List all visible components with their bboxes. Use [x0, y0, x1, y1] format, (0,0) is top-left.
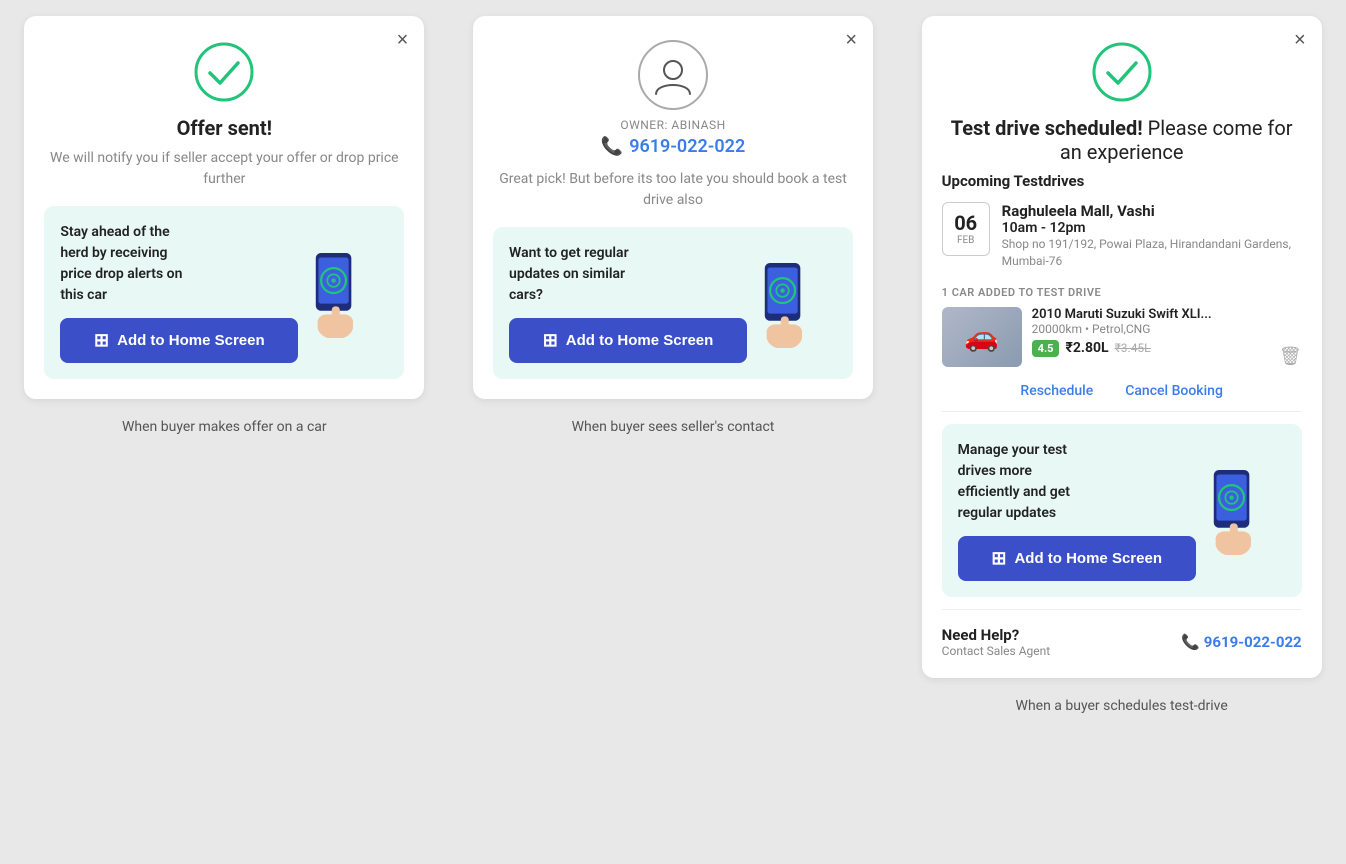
phone-hand-svg	[298, 248, 378, 338]
panel1-phone-illustration	[298, 248, 388, 338]
offer-sent-title: Offer sent!	[44, 116, 404, 140]
car-price-old: ₹3.45L	[1115, 341, 1151, 355]
check-circle-icon	[192, 40, 256, 104]
panel2-add-to-home-button[interactable]: ⊞ Add to Home Screen	[509, 318, 747, 363]
testdrive-entry: 06 FEB Raghuleela Mall, Vashi 10am - 12p…	[942, 202, 1302, 270]
owner-label: OWNER: ABINASH	[493, 118, 853, 132]
test-drive-title: Test drive scheduled! Please come for an…	[942, 116, 1302, 164]
panel1-promo-box: Stay ahead of the herd by receiving pric…	[44, 206, 404, 379]
venue-name: Raghuleela Mall, Vashi	[1002, 202, 1302, 220]
panel2-promo-box: Want to get regular updates on similar c…	[493, 227, 853, 379]
venue-info: Raghuleela Mall, Vashi 10am - 12pm Shop …	[1002, 202, 1302, 270]
venue-time: 10am - 12pm	[1002, 220, 1302, 236]
test-drive-card: × Test drive scheduled! Please come for …	[922, 16, 1322, 678]
panel2-promo-text: Want to get regular updates on similar c…	[509, 243, 640, 306]
help-subtitle: Contact Sales Agent	[942, 644, 1051, 658]
cancel-booking-link[interactable]: Cancel Booking	[1125, 383, 1223, 399]
car-price: ₹2.80L	[1065, 340, 1108, 356]
car-name: 2010 Maruti Suzuki Swift XLI...	[1032, 307, 1269, 322]
panel1-promo-text: Stay ahead of the herd by receiving pric…	[60, 222, 191, 306]
panel3-promo-box: Manage your test drives more efficiently…	[942, 424, 1302, 597]
offer-sent-subtitle: We will notify you if seller accept your…	[44, 148, 404, 190]
phone-icon: 📞	[601, 136, 623, 157]
plus-icon: ⊞	[543, 330, 558, 351]
divider2	[942, 609, 1302, 610]
car-item: 🚗 2010 Maruti Suzuki Swift XLI... 20000k…	[942, 307, 1302, 367]
panel3: × Test drive scheduled! Please come for …	[897, 0, 1346, 864]
car-meta: 20000km • Petrol,CNG	[1032, 322, 1269, 336]
phone-icon: 📞	[1181, 633, 1200, 651]
panel3-bottom-label: When a buyer schedules test-drive	[1016, 698, 1228, 714]
panel1-add-to-home-button[interactable]: ⊞ Add to Home Screen	[60, 318, 298, 363]
help-phone[interactable]: 📞 9619-022-022	[1181, 633, 1302, 651]
date-box: 06 FEB	[942, 202, 990, 256]
owner-avatar-wrapper	[493, 40, 853, 110]
seller-contact-card: × OWNER: ABINASH 📞 9619-022-022 Great pi…	[473, 16, 873, 399]
plus-icon: ⊞	[94, 330, 109, 351]
panel2-bottom-label: When buyer sees seller's contact	[572, 419, 775, 435]
panel2-close-button[interactable]: ×	[845, 30, 857, 50]
car-rating-badge: 4.5	[1032, 340, 1060, 357]
help-text: Need Help? Contact Sales Agent	[942, 626, 1051, 658]
panel2-subtitle: Great pick! But before its too late you …	[493, 169, 853, 211]
car-price-row: 4.5 ₹2.80L ₹3.45L	[1032, 340, 1269, 357]
reschedule-link[interactable]: Reschedule	[1020, 383, 1093, 399]
panel2-phone-illustration	[747, 258, 837, 348]
car-image: 🚗	[942, 307, 1022, 367]
panel1: × Offer sent! We will notify you if sell…	[0, 0, 449, 864]
panel3-phone-illustration	[1196, 465, 1286, 555]
help-row: Need Help? Contact Sales Agent 📞 9619-02…	[942, 622, 1302, 658]
plus-icon: ⊞	[991, 548, 1006, 569]
owner-phone[interactable]: 📞 9619-022-022	[493, 136, 853, 157]
car-details: 2010 Maruti Suzuki Swift XLI... 20000km …	[1032, 307, 1269, 357]
offer-sent-card: × Offer sent! We will notify you if sell…	[24, 16, 424, 399]
panel3-close-button[interactable]: ×	[1294, 30, 1306, 50]
date-month: FEB	[957, 235, 974, 247]
success-icon-wrapper	[44, 40, 404, 104]
phone-hand-svg3	[1196, 465, 1276, 555]
panel3-success-icon-wrapper	[942, 40, 1302, 104]
divider	[942, 411, 1302, 412]
panel1-close-button[interactable]: ×	[397, 30, 409, 50]
avatar-circle	[638, 40, 708, 110]
car-thumbnail: 🚗	[942, 307, 1022, 367]
delete-car-icon[interactable]: 🗑	[1279, 346, 1302, 367]
panel3-add-to-home-button[interactable]: ⊞ Add to Home Screen	[958, 536, 1196, 581]
venue-address: Shop no 191/192, Powai Plaza, Hirandanda…	[1002, 236, 1302, 270]
panel2: × OWNER: ABINASH 📞 9619-022-022 Great pi…	[449, 0, 898, 864]
date-number: 06	[954, 211, 977, 235]
panel3-promo-text: Manage your test drives more efficiently…	[958, 440, 1089, 524]
panel1-bottom-label: When buyer makes offer on a car	[122, 419, 327, 435]
car-added-label: 1 CAR ADDED TO TEST DRIVE	[942, 286, 1302, 299]
user-icon	[652, 54, 694, 96]
help-title: Need Help?	[942, 626, 1051, 644]
phone-hand-svg2	[747, 258, 827, 348]
upcoming-testdrives-label: Upcoming Testdrives	[942, 172, 1302, 190]
panel3-check-circle-icon	[1090, 40, 1154, 104]
action-links: Reschedule Cancel Booking	[942, 375, 1302, 399]
